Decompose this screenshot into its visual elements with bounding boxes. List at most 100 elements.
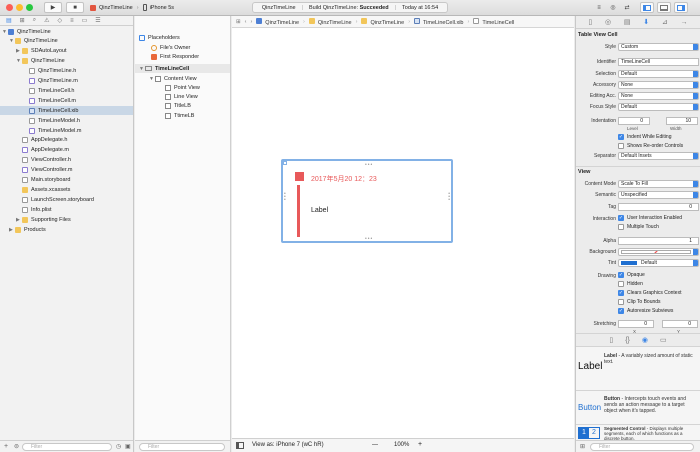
nav-item[interactable]: TimeLineCell.xib (0, 106, 133, 116)
nav-item[interactable]: AppDelegate.h (0, 136, 133, 145)
autoresize-checkbox[interactable]: ✓ Autoresize Subviews (618, 308, 673, 314)
outline-item-first-responder[interactable]: First Responder (151, 52, 199, 61)
drag-handle-right[interactable]: • • • (448, 192, 450, 203)
style-popup[interactable]: Custom (618, 43, 699, 51)
related-items-icon[interactable]: ⊞ (236, 19, 241, 25)
accessory-popup[interactable]: None (618, 81, 699, 89)
separator-popup[interactable]: Default Insets (618, 152, 699, 160)
indent-level-field[interactable]: 0 (618, 117, 650, 125)
opaque-checkbox[interactable]: ✓ Opaque (618, 272, 645, 278)
quick-help-icon[interactable]: ◎ (605, 18, 611, 26)
resize-handle-icon[interactable] (283, 161, 287, 165)
outline-item[interactable]: Line View (159, 93, 198, 102)
library-item-label[interactable]: Label Label - A variably sized amount of… (576, 346, 700, 390)
breakpoint-navigator-icon[interactable]: ▭ (82, 17, 88, 24)
nav-item[interactable]: ViewController.m (0, 166, 133, 175)
zoom-out-button[interactable]: — (372, 442, 378, 448)
nav-item[interactable]: Assets.xcassets (0, 185, 133, 194)
assistant-editor-icon[interactable]: ◎ (608, 2, 618, 13)
connections-inspector-icon[interactable]: → (681, 19, 688, 26)
nav-item[interactable]: Main.storyboard (0, 176, 133, 185)
focus-style-popup[interactable]: Default (618, 103, 699, 111)
outline-item[interactable]: Point View (159, 83, 200, 92)
outline-item[interactable]: ▼ Content View (149, 74, 197, 83)
toggle-inspector-button[interactable] (674, 2, 688, 13)
attributes-inspector-icon[interactable]: ⬇ (643, 18, 649, 26)
placeholders-header[interactable]: Placeholders (139, 33, 180, 42)
point-view[interactable] (295, 172, 304, 181)
zoom-window-button[interactable] (26, 4, 33, 11)
nav-item[interactable]: TimeLineCell.h (0, 86, 133, 95)
view-as-label[interactable]: View as: iPhone 7 (wC hR) (252, 442, 324, 448)
shows-reorder-checkbox[interactable]: Shows Re-order Controls (618, 143, 683, 149)
nav-item[interactable]: Info.plist (0, 205, 133, 214)
stretch-x-field[interactable]: 0 (618, 320, 654, 328)
timeline-cell-canvas[interactable]: ••• ••• • • • • • • 2017年5月20 12：23 Label (281, 159, 453, 243)
nav-item[interactable]: TimeLineModel.m (0, 126, 133, 135)
hidden-checkbox[interactable]: Hidden (618, 281, 643, 287)
outline-item-files-owner[interactable]: File's Owner (151, 43, 190, 52)
grid-view-icon[interactable]: ⊞ (580, 443, 585, 450)
background-color-popup[interactable] (618, 248, 699, 256)
outline-item-timelinecell[interactable]: ▼ TimeLineCell (135, 64, 230, 73)
object-library-icon[interactable]: ◉ (642, 336, 648, 344)
toggle-navigator-button[interactable] (640, 2, 654, 13)
media-library-icon[interactable]: ▭ (660, 336, 667, 344)
close-window-button[interactable] (6, 4, 13, 11)
back-icon[interactable]: ‹ (245, 19, 247, 25)
outline-item[interactable]: TitleLB (159, 102, 191, 111)
drag-handle-left[interactable]: • • • (284, 192, 286, 203)
jump-item-file[interactable]: TimeLineCell.xib (414, 17, 463, 26)
jump-item-folder-2[interactable]: QinzTimeLine (361, 17, 404, 26)
content-mode-popup[interactable]: Scale To Fill (618, 180, 699, 188)
navigator-filter-input[interactable]: Filter (22, 443, 112, 451)
size-inspector-icon[interactable]: ⊿ (662, 18, 668, 26)
find-navigator-icon[interactable]: ⌕ (33, 17, 36, 24)
editing-acc-popup[interactable]: None (618, 92, 699, 100)
nav-item[interactable]: QinzTimeLine.m (0, 77, 133, 86)
jump-item-project[interactable]: QinzTimeLine (256, 17, 299, 26)
nav-item[interactable]: ViewController.h (0, 156, 133, 165)
toggle-outline-icon[interactable] (236, 442, 244, 449)
scheme-selector[interactable]: QinzTimeLine › iPhone 5s (90, 2, 174, 13)
file-template-icon[interactable]: ▯ (609, 336, 613, 344)
tag-field[interactable]: 0 (618, 203, 699, 211)
minimize-window-button[interactable] (16, 4, 23, 11)
line-view[interactable] (297, 185, 300, 237)
code-snippet-icon[interactable]: {} (625, 337, 630, 344)
semantic-popup[interactable]: Unspecified (618, 191, 699, 199)
nav-item[interactable]: ▶ SDAutoLayout (0, 47, 133, 56)
drag-handle-bottom[interactable]: ••• (365, 236, 373, 242)
identity-inspector-icon[interactable]: ▤ (624, 18, 631, 26)
test-navigator-icon[interactable]: ◇ (57, 17, 62, 24)
file-inspector-icon[interactable]: ▯ (588, 18, 592, 26)
debug-navigator-icon[interactable]: ≡ (70, 18, 74, 24)
nav-item[interactable]: ▼ QinzTimeLine (0, 57, 133, 66)
time-label[interactable]: 2017年5月20 12：23 (311, 174, 377, 184)
nav-item[interactable]: TimeLineModel.h (0, 116, 133, 125)
nav-item[interactable]: AppDelegate.m (0, 146, 133, 155)
jump-item-folder-1[interactable]: QinzTimeLine (308, 17, 352, 26)
add-icon[interactable]: + (4, 443, 8, 450)
stretch-y-field[interactable]: 0 (662, 320, 698, 328)
run-button[interactable]: ▶ (44, 2, 62, 13)
nav-item[interactable]: ▶ Products (0, 225, 133, 234)
nav-item[interactable]: QinzTimeLine.h (0, 67, 133, 76)
toggle-debug-area-button[interactable] (657, 2, 671, 13)
outline-filter-input[interactable]: Filter (139, 443, 225, 451)
outline-item[interactable]: TtimeLB (159, 111, 194, 120)
forward-icon[interactable]: › (250, 19, 252, 25)
identifier-field[interactable]: TimeLineCell (618, 58, 699, 66)
nav-item[interactable]: LaunchScreen.storyboard (0, 195, 133, 204)
project-navigator-icon[interactable]: ▤ (6, 17, 12, 24)
selection-popup[interactable]: Default (618, 70, 699, 78)
modified-files-icon[interactable]: ▣ (125, 443, 131, 450)
standard-editor-icon[interactable]: ≡ (594, 2, 604, 13)
library-item-button[interactable]: Button Button - Intercepts touch events … (576, 390, 700, 424)
library-item-segmented-control[interactable]: 1 2 Segmented Control - Displays multipl… (576, 424, 700, 441)
nav-item[interactable]: ▼ QinzTimeLine (0, 27, 133, 36)
clip-to-bounds-checkbox[interactable]: Clip To Bounds (618, 299, 661, 305)
drag-handle-top[interactable]: ••• (365, 162, 373, 168)
library-filter-input[interactable]: Filter (590, 443, 694, 451)
symbol-navigator-icon[interactable]: ⊞ (20, 17, 25, 24)
